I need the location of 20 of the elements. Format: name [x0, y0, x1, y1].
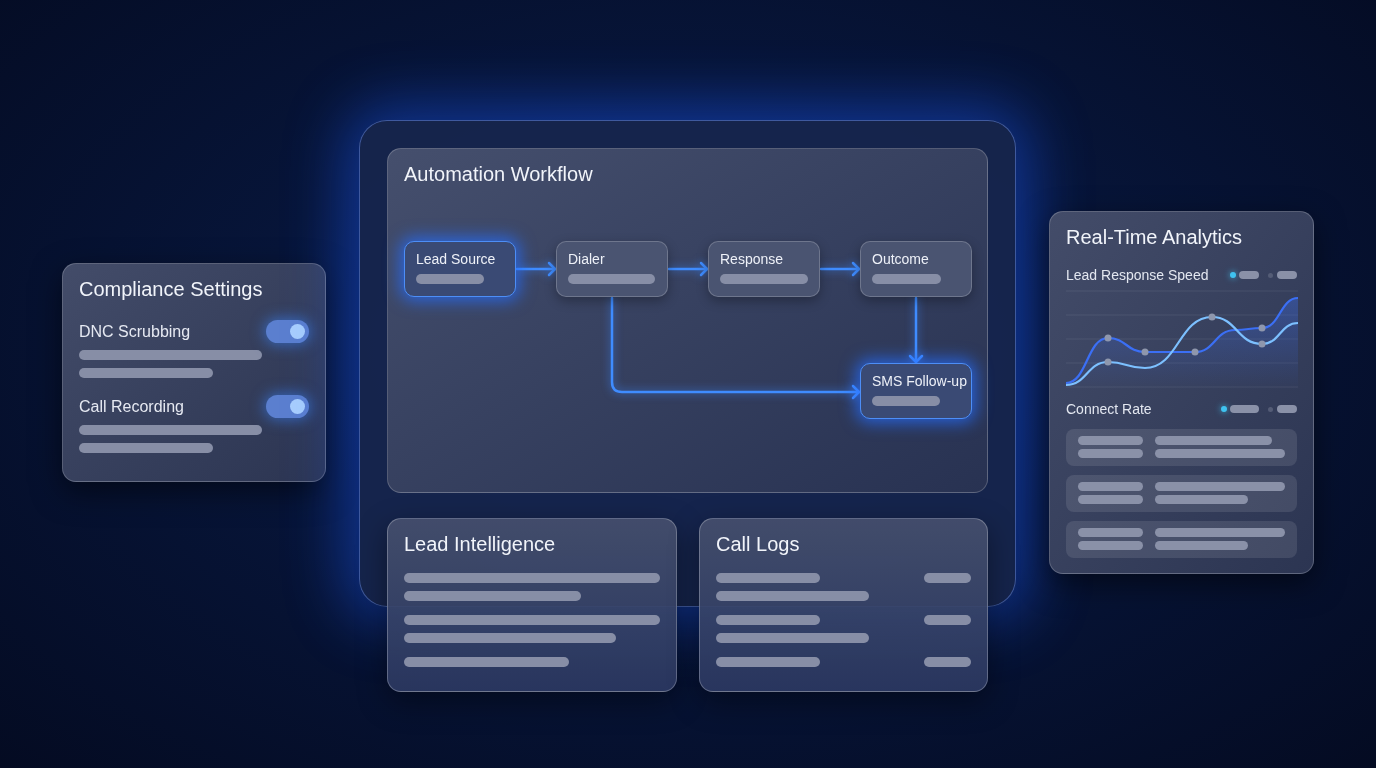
node-label: Lead Source	[416, 250, 497, 268]
connector-arrow	[819, 261, 861, 277]
section-label: Connect Rate	[1066, 400, 1152, 418]
connector-arrow	[908, 296, 924, 364]
panel-title: Real-Time Analytics	[1066, 225, 1243, 250]
node-label: Outcome	[872, 250, 930, 268]
node-label: Dialer	[568, 250, 606, 268]
section-label: Lead Response Speed	[1066, 266, 1209, 284]
panel-title: Automation Workflow	[404, 162, 594, 187]
setting-label: Call Recording	[79, 396, 184, 417]
toggle-switch[interactable]	[266, 395, 309, 418]
panel-title: Lead Intelligence	[404, 532, 557, 557]
node-label: SMS Follow-up	[872, 372, 968, 390]
panel-title: Call Logs	[716, 532, 801, 557]
toggle-switch[interactable]	[266, 320, 309, 343]
connector-arrow	[515, 261, 557, 277]
node-label: Response	[720, 250, 785, 268]
panel-title: Compliance Settings	[79, 277, 264, 302]
connector-arrow	[667, 261, 709, 277]
setting-label: DNC Scrubbing	[79, 321, 191, 342]
